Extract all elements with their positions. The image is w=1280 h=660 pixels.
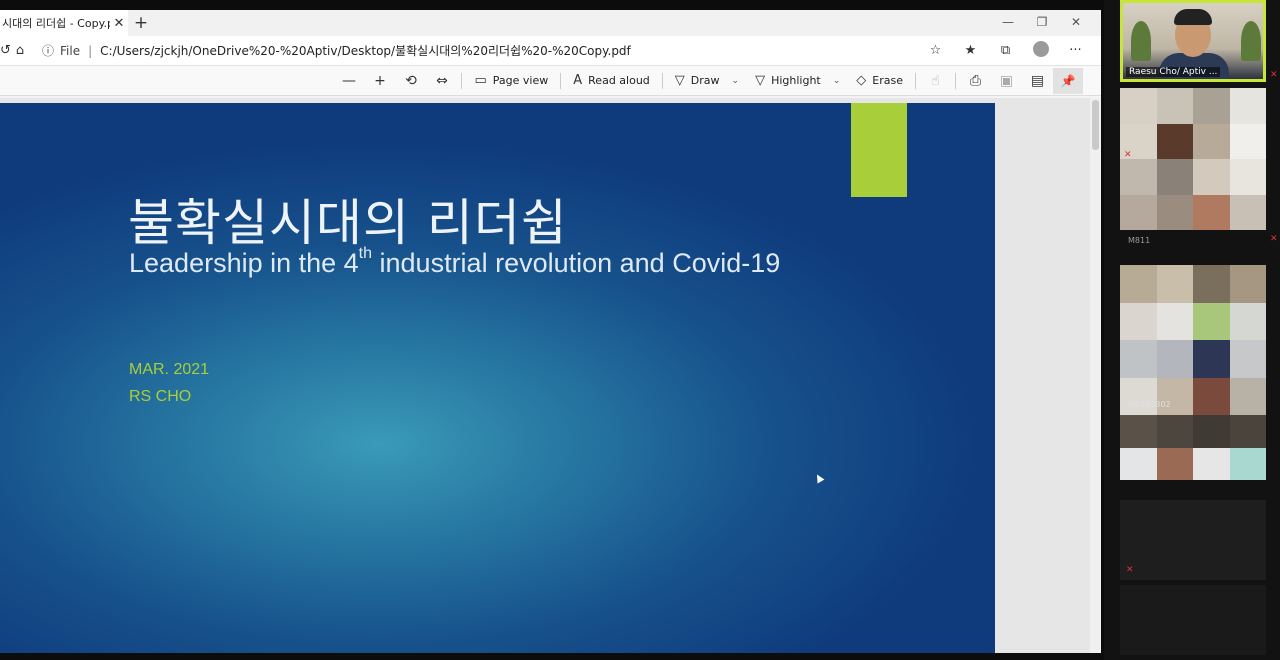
read-aloud-icon: A	[573, 73, 583, 88]
minimize-button[interactable]: —	[991, 10, 1025, 36]
profile-avatar[interactable]	[1023, 40, 1058, 61]
favorite-add-icon[interactable]: ☆	[918, 43, 953, 58]
erase-label: Erase	[872, 74, 903, 87]
pixelated-video	[1120, 265, 1266, 415]
chevron-down-icon[interactable]: ⌄	[833, 76, 841, 86]
participant-video-tile[interactable]	[1120, 585, 1266, 655]
subtitle-superscript: th	[358, 245, 373, 262]
pixelated-video	[1120, 415, 1266, 480]
toolbar-divider	[560, 72, 562, 89]
highlight-icon: ▽	[755, 73, 766, 88]
tab-close-icon[interactable]: ✕	[110, 16, 128, 31]
slide-accent-bar	[851, 103, 907, 197]
toolbar-divider	[955, 72, 956, 89]
screen: 시대의 리더쉽 - Copy.pdf ✕ + — ❐ ✕ ↺ ⌂ ⓘ File …	[0, 0, 1280, 660]
toolbar-divider	[461, 72, 463, 89]
muted-mic-icon: ✕	[1270, 234, 1278, 244]
print-icon[interactable]: ⎙	[960, 73, 991, 89]
speaker-name: Raesu Cho/ Aptiv ...	[1126, 67, 1221, 77]
mouse-cursor	[813, 472, 825, 484]
participant-video-tile[interactable]	[1120, 415, 1266, 480]
pdf-toolbar: — + ⟲ ⇔ ▭ Page view A Read aloud ▽ Draw …	[0, 66, 1101, 96]
video-participants-panel: Raesu Cho/ Aptiv ... ✕ ✕ M811 ✕ M8080302	[1104, 0, 1280, 660]
draw-button[interactable]: ▽ Draw ⌄	[667, 68, 747, 94]
subtitle-before: Leadership in the 4	[129, 248, 359, 278]
participant-video-tile[interactable]	[1120, 500, 1266, 580]
tab-pdf[interactable]: 시대의 리더쉽 - Copy.pdf ✕	[0, 10, 128, 36]
read-aloud-button[interactable]: A Read aloud	[565, 68, 658, 94]
address-bar: ↺ ⌂ ⓘ File | C:/Users/zjckjh/OneDrive%20…	[0, 36, 1101, 66]
url-separator: |	[88, 43, 93, 58]
save-icon[interactable]: ▣	[991, 73, 1022, 89]
highlight-button[interactable]: ▽ Highlight ⌄	[747, 68, 848, 94]
participant-video-tile[interactable]	[1120, 265, 1266, 415]
page-view-icon: ▭	[474, 73, 487, 88]
new-tab-button[interactable]: +	[128, 13, 154, 33]
address-bar-actions: ☆ ★ ⧉ ···	[918, 40, 1093, 61]
home-icon[interactable]: ⌂	[8, 43, 32, 58]
touch-icon[interactable]: ☝	[920, 73, 951, 89]
zoom-in-icon[interactable]: +	[364, 73, 395, 89]
page-view-button[interactable]: ▭ Page view	[466, 68, 556, 94]
slide-title: 불확실시대의 리더쉽	[128, 194, 568, 252]
draw-label: Draw	[690, 74, 720, 87]
participant-name: M811	[1128, 236, 1151, 245]
close-window-button[interactable]: ✕	[1059, 10, 1093, 36]
active-speaker-video[interactable]: Raesu Cho/ Aptiv ...	[1120, 0, 1266, 82]
back-icon[interactable]: ↺	[0, 43, 11, 58]
toolbar-divider	[661, 72, 663, 89]
erase-icon: ◇	[856, 73, 867, 88]
highlight-label: Highlight	[771, 74, 821, 87]
subtitle-after: industrial revolution and Covid-19	[372, 248, 781, 278]
url-path: C:/Users/zjckjh/OneDrive%20-%20Aptiv/Des…	[100, 44, 631, 58]
erase-button[interactable]: ◇ Erase	[848, 68, 911, 94]
page-view-label: Page view	[492, 74, 549, 87]
muted-mic-icon: ✕	[1270, 70, 1278, 80]
pdf-viewer: 불확실시대의 리더쉽 Leadership in the 4th industr…	[0, 98, 1101, 653]
participant-video-tile[interactable]	[1120, 88, 1266, 230]
slide-author: RS CHO	[129, 388, 192, 405]
chevron-down-icon[interactable]: ⌄	[732, 76, 740, 86]
save-as-icon[interactable]: ▤	[1022, 73, 1053, 89]
collections-icon[interactable]: ⧉	[988, 43, 1023, 58]
url-field[interactable]: ⓘ File | C:/Users/zjckjh/OneDrive%20-%20…	[42, 39, 918, 63]
url-scheme: File	[60, 43, 81, 58]
participant-name: M8080302	[1128, 400, 1171, 409]
tab-title: 시대의 리더쉽 - Copy.pdf	[2, 17, 110, 30]
slide-subtitle: Leadership in the 4th industrial revolut…	[129, 245, 781, 279]
pin-icon[interactable]: 📌	[1053, 67, 1083, 94]
read-aloud-label: Read aloud	[588, 74, 650, 87]
vertical-scrollbar[interactable]	[1090, 98, 1101, 653]
scroll-thumb[interactable]	[1092, 100, 1099, 150]
zoom-out-icon[interactable]: —	[333, 73, 364, 89]
fit-page-icon[interactable]: ⇔	[426, 73, 457, 89]
restore-button[interactable]: ❐	[1025, 10, 1059, 36]
speaker-hair	[1174, 9, 1212, 25]
background-plant	[1241, 21, 1261, 61]
muted-mic-icon: ✕	[1124, 150, 1132, 160]
background-plant	[1131, 21, 1151, 61]
info-icon[interactable]: ⓘ	[42, 42, 54, 59]
more-icon[interactable]: ···	[1058, 43, 1093, 58]
toolbar-divider	[915, 72, 916, 89]
slide-date: MAR. 2021	[129, 361, 210, 378]
pixelated-video	[1120, 88, 1266, 230]
window-controls: — ❐ ✕	[991, 10, 1093, 36]
rotate-icon[interactable]: ⟲	[395, 73, 426, 89]
muted-mic-icon: ✕	[1126, 565, 1134, 575]
pdf-page: 불확실시대의 리더쉽 Leadership in the 4th industr…	[0, 103, 995, 653]
browser-window: 시대의 리더쉽 - Copy.pdf ✕ + — ❐ ✕ ↺ ⌂ ⓘ File …	[0, 10, 1101, 653]
tab-bar: 시대의 리더쉽 - Copy.pdf ✕ + — ❐ ✕	[0, 10, 1101, 36]
favorites-icon[interactable]: ★	[953, 43, 988, 58]
draw-icon: ▽	[674, 73, 685, 88]
